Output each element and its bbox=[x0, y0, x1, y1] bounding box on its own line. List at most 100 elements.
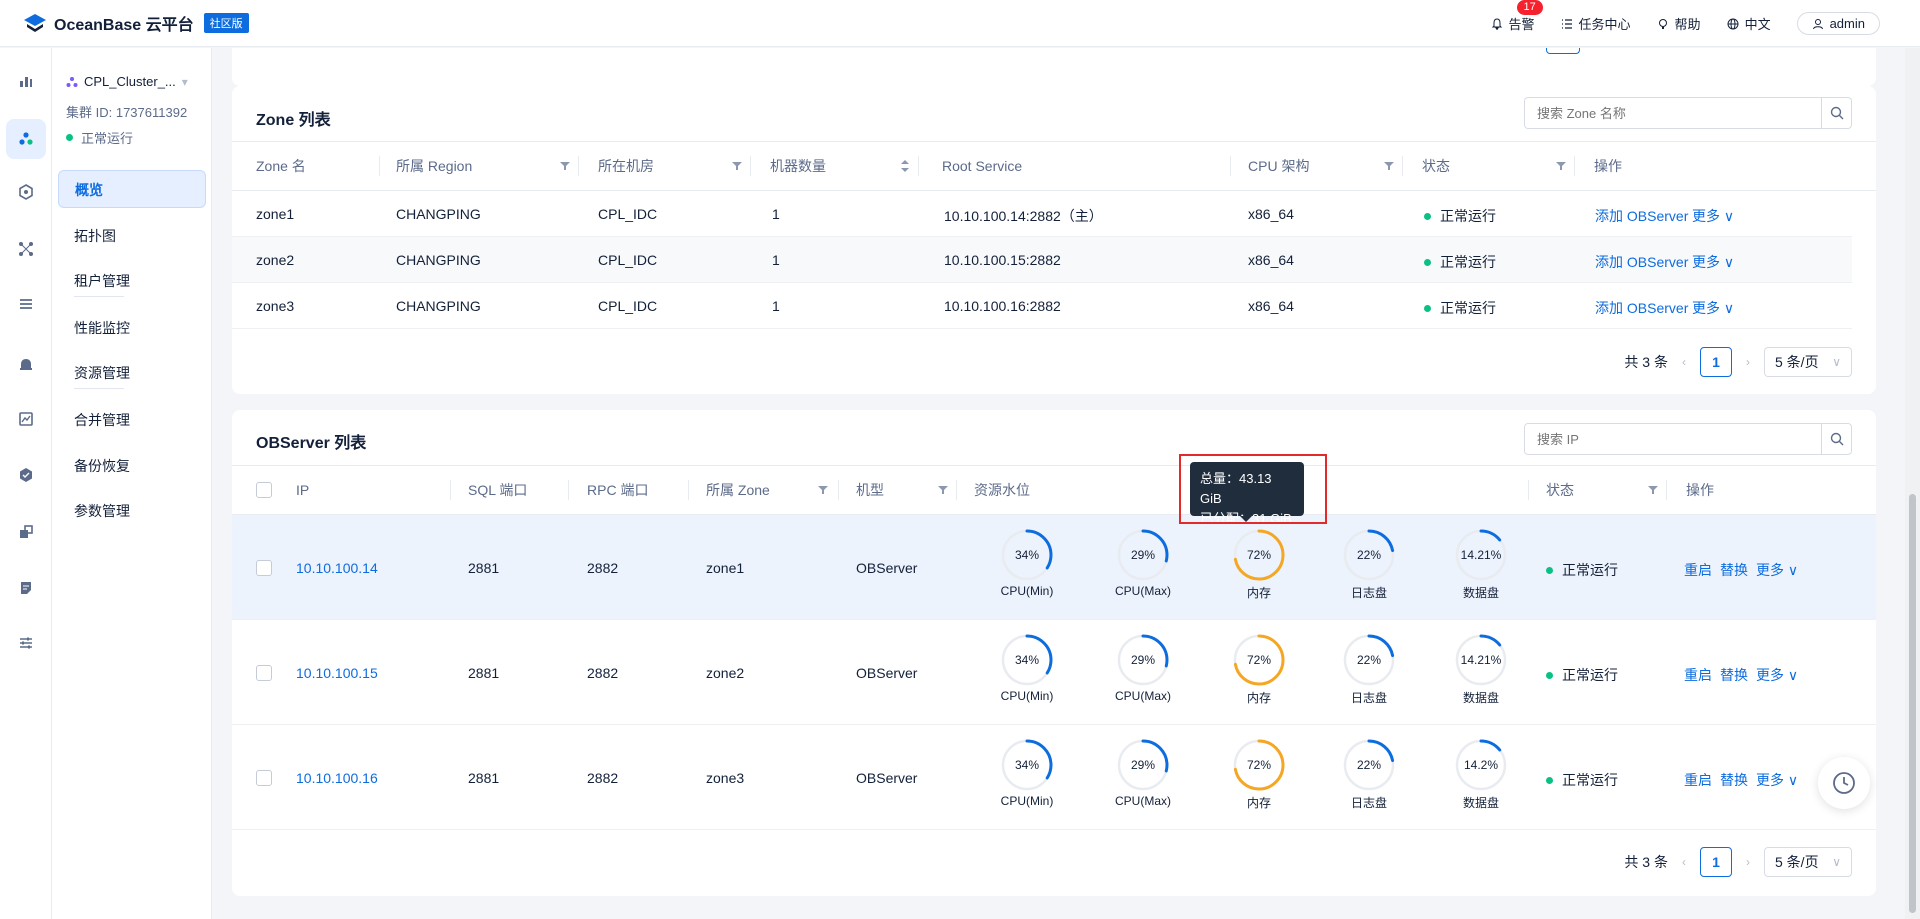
sort-icon[interactable] bbox=[900, 159, 910, 173]
table-row: 10.10.100.14 2881 2882 zone1 OBServer 正常运行 重启替… bbox=[232, 515, 1876, 620]
add-observer-link[interactable]: 添加 OBServer bbox=[1595, 206, 1688, 226]
filter-icon[interactable] bbox=[1384, 161, 1394, 171]
ip-search-box[interactable] bbox=[1524, 423, 1852, 455]
page-size-select[interactable]: 5 条/页 ∨ bbox=[1764, 347, 1852, 377]
search-icon[interactable] bbox=[1821, 98, 1851, 128]
resource-gauge[interactable]: 34% CPU(Min) bbox=[992, 633, 1062, 703]
observer-ip-link[interactable]: 10.10.100.16 bbox=[296, 770, 378, 786]
more-dropdown[interactable]: 更多 ∨ bbox=[1756, 665, 1798, 685]
security-icon[interactable] bbox=[13, 462, 39, 488]
language-switch[interactable]: 中文 bbox=[1727, 14, 1771, 33]
history-float-button[interactable] bbox=[1818, 757, 1870, 809]
nav-tenant-management[interactable]: 租户管理 bbox=[58, 262, 206, 300]
replace-link[interactable]: 替换 bbox=[1720, 560, 1748, 580]
replace-link[interactable]: 替换 bbox=[1720, 665, 1748, 685]
more-dropdown[interactable]: 更多 ∨ bbox=[1692, 298, 1734, 318]
resource-gauge[interactable]: 14.21% 数据盘 bbox=[1446, 633, 1516, 706]
select-all-checkbox[interactable] bbox=[256, 482, 272, 498]
search-icon[interactable] bbox=[1821, 424, 1851, 454]
filter-icon[interactable] bbox=[818, 485, 828, 495]
more-dropdown[interactable]: 更多 ∨ bbox=[1692, 252, 1734, 272]
menu-list-icon[interactable] bbox=[13, 291, 39, 317]
cluster-icon[interactable] bbox=[6, 119, 46, 159]
tenant-icon[interactable] bbox=[13, 179, 39, 205]
task-center-button[interactable]: 任务中心 bbox=[1561, 14, 1631, 33]
filter-icon[interactable] bbox=[938, 485, 948, 495]
next-page-icon[interactable]: › bbox=[1746, 855, 1750, 869]
zone-pagination: 共 3 条 ‹ 1 › 5 条/页 ∨ bbox=[1624, 347, 1852, 377]
cluster-subnav: CPL_Cluster_... ▾ 集群 ID: 1737611392 正常运行… bbox=[52, 48, 212, 919]
col-region: 所属 Region bbox=[396, 158, 473, 174]
filter-icon[interactable] bbox=[732, 161, 742, 171]
observer-ip-link[interactable]: 10.10.100.14 bbox=[296, 560, 378, 576]
topology-icon[interactable] bbox=[13, 236, 39, 262]
row-checkbox[interactable] bbox=[256, 560, 272, 576]
filter-icon[interactable] bbox=[560, 161, 570, 171]
col-ip: IP bbox=[296, 482, 310, 498]
page-size-select[interactable]: 5 条/页 ∨ bbox=[1764, 847, 1852, 877]
more-label: 更多 bbox=[1692, 300, 1720, 316]
nav-topology[interactable]: 拓扑图 bbox=[58, 217, 206, 255]
prev-page-icon[interactable]: ‹ bbox=[1682, 355, 1686, 369]
user-menu-button[interactable]: admin bbox=[1796, 12, 1880, 35]
replace-link[interactable]: 替换 bbox=[1720, 770, 1748, 790]
resource-gauge[interactable]: 29% CPU(Max) bbox=[1108, 738, 1178, 808]
col-divider bbox=[1528, 480, 1529, 500]
next-page-icon[interactable]: › bbox=[1746, 355, 1750, 369]
resource-gauge[interactable]: 22% 日志盘 bbox=[1334, 528, 1404, 601]
prev-page-icon[interactable]: ‹ bbox=[1682, 855, 1686, 869]
add-observer-link[interactable]: 添加 OBServer bbox=[1595, 252, 1688, 272]
resource-gauge[interactable]: 34% CPU(Min) bbox=[992, 528, 1062, 598]
more-dropdown[interactable]: 更多 ∨ bbox=[1692, 206, 1734, 226]
observer-ip-link[interactable]: 10.10.100.15 bbox=[296, 665, 378, 681]
page-number-button[interactable]: 1 bbox=[1700, 847, 1732, 877]
more-dropdown[interactable]: 更多 ∨ bbox=[1756, 560, 1798, 580]
resource-gauge[interactable]: 22% 日志盘 bbox=[1334, 633, 1404, 706]
nav-merge-management[interactable]: 合并管理 bbox=[58, 401, 206, 439]
nav-parameter-management[interactable]: 参数管理 bbox=[58, 492, 206, 530]
resource-gauge[interactable]: 22% 日志盘 bbox=[1334, 738, 1404, 811]
filter-icon[interactable] bbox=[1556, 161, 1566, 171]
nav-resource-management[interactable]: 资源管理 bbox=[58, 354, 206, 392]
zone-search-box[interactable] bbox=[1524, 97, 1852, 129]
vertical-scrollbar[interactable] bbox=[1905, 48, 1920, 919]
resource-gauge[interactable]: 14.2% 数据盘 bbox=[1446, 738, 1516, 811]
gauge-label: 内存 bbox=[1246, 586, 1271, 600]
resource-gauge[interactable]: 72% 内存 bbox=[1224, 528, 1294, 601]
nav-overview[interactable]: 概览 bbox=[58, 170, 206, 208]
help-button[interactable]: 帮助 bbox=[1657, 14, 1701, 33]
document-icon[interactable] bbox=[13, 575, 39, 601]
page-number-button[interactable]: 1 bbox=[1700, 347, 1732, 377]
cluster-status: 正常运行 bbox=[66, 128, 133, 147]
more-dropdown[interactable]: 更多 ∨ bbox=[1756, 770, 1798, 790]
resource-gauge[interactable]: 29% CPU(Max) bbox=[1108, 528, 1178, 598]
row-checkbox[interactable] bbox=[256, 770, 272, 786]
filter-icon[interactable] bbox=[1648, 485, 1658, 495]
resource-gauge[interactable]: 72% 内存 bbox=[1224, 738, 1294, 811]
gauge-label: CPU(Max) bbox=[1115, 794, 1171, 808]
alert-icon[interactable] bbox=[13, 351, 39, 377]
monitor-chart-icon[interactable] bbox=[13, 406, 39, 432]
zone-idc: CPL_IDC bbox=[598, 298, 658, 314]
nav-performance-monitor[interactable]: 性能监控 bbox=[58, 309, 206, 347]
zone-search-input[interactable] bbox=[1525, 98, 1821, 128]
resource-gauge[interactable]: 29% CPU(Max) bbox=[1108, 633, 1178, 703]
restart-link[interactable]: 重启 bbox=[1684, 665, 1712, 685]
restart-link[interactable]: 重启 bbox=[1684, 560, 1712, 580]
alarm-button[interactable]: 告警 17 bbox=[1491, 0, 1543, 33]
resource-gauge[interactable]: 72% 内存 bbox=[1224, 633, 1294, 706]
package-icon[interactable] bbox=[13, 519, 39, 545]
add-observer-link[interactable]: 添加 OBServer bbox=[1595, 298, 1688, 318]
cluster-selector[interactable]: CPL_Cluster_... ▾ bbox=[66, 74, 188, 89]
ip-search-input[interactable] bbox=[1525, 424, 1821, 454]
settings-sliders-icon[interactable] bbox=[13, 630, 39, 656]
nav-backup-restore[interactable]: 备份恢复 bbox=[58, 447, 206, 485]
status-dot bbox=[1424, 212, 1431, 220]
logo[interactable]: OceanBase 云平台 社区版 bbox=[22, 11, 249, 35]
scrollbar-thumb[interactable] bbox=[1909, 494, 1916, 913]
restart-link[interactable]: 重启 bbox=[1684, 770, 1712, 790]
dashboard-icon[interactable] bbox=[13, 68, 39, 94]
resource-gauge[interactable]: 34% CPU(Min) bbox=[992, 738, 1062, 808]
row-checkbox[interactable] bbox=[256, 665, 272, 681]
resource-gauge[interactable]: 14.21% 数据盘 bbox=[1446, 528, 1516, 601]
